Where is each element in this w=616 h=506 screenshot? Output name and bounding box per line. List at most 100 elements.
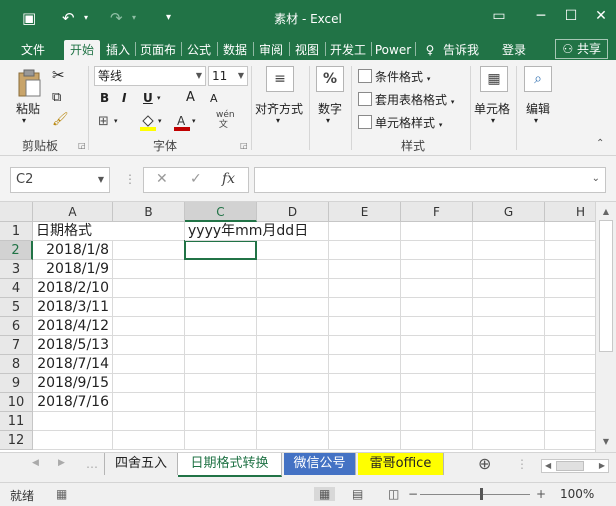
- cell-f6[interactable]: [401, 317, 473, 336]
- cell-c8[interactable]: [185, 355, 257, 374]
- cell-c2[interactable]: [185, 241, 257, 260]
- font-size-combo[interactable]: 11 ▼: [208, 66, 248, 86]
- cell-e2[interactable]: [329, 241, 401, 260]
- chevron-down-icon[interactable]: ▼: [238, 67, 244, 85]
- tab-page-layout[interactable]: 页面布: [137, 40, 179, 60]
- cell-g8[interactable]: [473, 355, 545, 374]
- cell-h6[interactable]: [545, 317, 595, 336]
- cell-h8[interactable]: [545, 355, 595, 374]
- cell-b12[interactable]: [113, 431, 185, 450]
- cell-h5[interactable]: [545, 298, 595, 317]
- collapse-ribbon-icon[interactable]: ⌃: [596, 138, 604, 149]
- cell-g7[interactable]: [473, 336, 545, 355]
- cell-g3[interactable]: [473, 260, 545, 279]
- format-as-table-button[interactable]: 套用表格格式 ▾: [358, 91, 454, 108]
- tab-file[interactable]: 文件: [14, 40, 52, 60]
- tab-developer[interactable]: 开发工: [327, 40, 369, 60]
- cell-e11[interactable]: [329, 412, 401, 431]
- cell-c9[interactable]: [185, 374, 257, 393]
- row-header[interactable]: 10: [0, 393, 33, 412]
- cell-b9[interactable]: [113, 374, 185, 393]
- cell-g2[interactable]: [473, 241, 545, 260]
- sheet-tab-leige-office[interactable]: 雷哥office: [358, 453, 444, 475]
- cancel-icon[interactable]: ✕: [156, 171, 168, 187]
- cell-h3[interactable]: [545, 260, 595, 279]
- cell-c12[interactable]: [185, 431, 257, 450]
- chevron-down-icon[interactable]: ▼: [196, 67, 202, 85]
- cell-h11[interactable]: [545, 412, 595, 431]
- cells-button[interactable]: 单元格: [474, 100, 510, 117]
- row-header[interactable]: 8: [0, 355, 33, 374]
- cell-d5[interactable]: [257, 298, 329, 317]
- column-header[interactable]: H: [545, 202, 595, 222]
- row-header[interactable]: 12: [0, 431, 33, 450]
- cell-d7[interactable]: [257, 336, 329, 355]
- borders-dropdown-icon[interactable]: ▾: [114, 117, 118, 125]
- scroll-thumb[interactable]: [599, 220, 613, 352]
- cell-c5[interactable]: [185, 298, 257, 317]
- cell-e8[interactable]: [329, 355, 401, 374]
- sheet-tab-wechat[interactable]: 微信公号: [284, 453, 356, 475]
- close-button[interactable]: ✕: [586, 6, 616, 26]
- cell-b6[interactable]: [113, 317, 185, 336]
- column-header[interactable]: B: [113, 202, 185, 222]
- cell-f8[interactable]: [401, 355, 473, 374]
- scroll-right-icon[interactable]: ▶: [599, 460, 605, 472]
- number-dropdown-icon[interactable]: ▾: [326, 116, 330, 125]
- cell-b7[interactable]: [113, 336, 185, 355]
- cell-d10[interactable]: [257, 393, 329, 412]
- fill-color-icon[interactable]: [140, 113, 156, 131]
- cell-styles-button[interactable]: 单元格样式 ▾: [358, 114, 442, 131]
- alignment-button[interactable]: 对齐方式: [255, 100, 303, 117]
- tell-me-search[interactable]: 告诉我: [440, 40, 482, 60]
- cell-f11[interactable]: [401, 412, 473, 431]
- search-icon[interactable]: ⌕: [524, 66, 552, 92]
- page-break-view-icon[interactable]: ◫: [388, 487, 399, 501]
- cell-f12[interactable]: [401, 431, 473, 450]
- underline-button[interactable]: U: [143, 91, 153, 105]
- cell-e1[interactable]: [329, 222, 401, 241]
- copy-icon[interactable]: ⧉: [52, 90, 61, 105]
- cell-e9[interactable]: [329, 374, 401, 393]
- zoom-in-button[interactable]: +: [536, 487, 546, 501]
- cell-b1[interactable]: [113, 222, 185, 241]
- cell-d3[interactable]: [257, 260, 329, 279]
- underline-dropdown-icon[interactable]: ▾: [157, 94, 161, 102]
- font-launcher-icon[interactable]: ◲: [240, 141, 248, 150]
- cell-c6[interactable]: [185, 317, 257, 336]
- cell-c1[interactable]: yyyy年mm月dd日: [185, 222, 308, 241]
- zoom-level[interactable]: 100%: [560, 487, 594, 501]
- cell-h10[interactable]: [545, 393, 595, 412]
- cell-d6[interactable]: [257, 317, 329, 336]
- percent-icon[interactable]: %: [316, 66, 344, 92]
- column-header[interactable]: F: [401, 202, 473, 222]
- column-header[interactable]: C: [185, 202, 257, 222]
- cell-g4[interactable]: [473, 279, 545, 298]
- cell-e10[interactable]: [329, 393, 401, 412]
- row-header[interactable]: 11: [0, 412, 33, 431]
- sheet-tab-rounding[interactable]: 四舍五入: [104, 453, 178, 475]
- paste-dropdown-icon[interactable]: ▾: [22, 116, 26, 125]
- cell-b10[interactable]: [113, 393, 185, 412]
- cell-a8[interactable]: 2018/7/14: [33, 355, 113, 374]
- cell-d8[interactable]: [257, 355, 329, 374]
- cell-e12[interactable]: [329, 431, 401, 450]
- zoom-slider-thumb[interactable]: [480, 488, 483, 500]
- scroll-down-icon[interactable]: ▼: [599, 435, 613, 449]
- number-format-button[interactable]: 数字: [318, 100, 342, 117]
- phonetic-icon[interactable]: wén 文: [216, 110, 235, 130]
- cell-a11[interactable]: [33, 412, 113, 431]
- cell-a10[interactable]: 2018/7/16: [33, 393, 113, 412]
- cell-d4[interactable]: [257, 279, 329, 298]
- chevron-down-icon[interactable]: ▼: [98, 168, 104, 192]
- alignment-dropdown-icon[interactable]: ▾: [276, 116, 280, 125]
- row-header[interactable]: 6: [0, 317, 33, 336]
- cell-g5[interactable]: [473, 298, 545, 317]
- page-layout-view-icon[interactable]: ▤: [352, 487, 363, 501]
- cell-c10[interactable]: [185, 393, 257, 412]
- paste-icon[interactable]: [14, 68, 44, 98]
- horizontal-scroll-thumb[interactable]: [556, 461, 584, 471]
- cell-a7[interactable]: 2018/5/13: [33, 336, 113, 355]
- cell-h12[interactable]: [545, 431, 595, 450]
- paste-button[interactable]: 粘贴: [16, 100, 40, 117]
